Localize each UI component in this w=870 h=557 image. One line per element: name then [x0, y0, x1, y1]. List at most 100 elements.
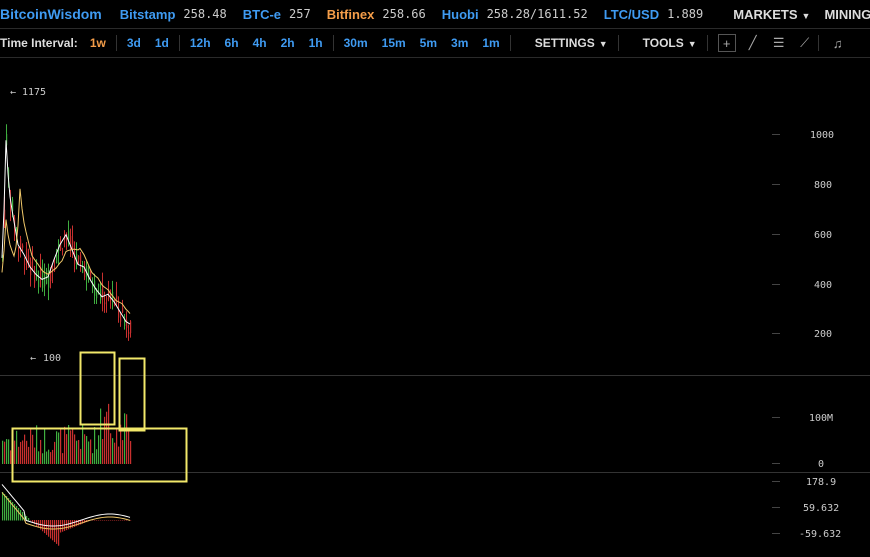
- volume-bar: [30, 428, 32, 464]
- macd-histogram-bar: [124, 520, 126, 521]
- macd-histogram-bar: [118, 520, 120, 521]
- candle-body: [96, 291, 98, 299]
- macd-histogram-bar: [98, 520, 100, 521]
- candle-body: [20, 239, 22, 249]
- macd-series: [2, 492, 132, 546]
- volume-bar: [72, 429, 74, 464]
- macd-histogram-bar: [70, 520, 72, 529]
- volume-bar: [60, 427, 62, 464]
- volume-bar: [122, 440, 124, 464]
- candle-body: [104, 302, 106, 305]
- macd-histogram-bar: [58, 520, 60, 546]
- price-chart[interactable]: 1000 800 600 400 200 100M 0 178.9 59.632…: [0, 0, 870, 557]
- candle-body: [78, 255, 80, 260]
- macd-histogram-bar: [122, 520, 124, 521]
- macd-histogram-bar: [4, 494, 6, 521]
- macd-histogram-bar: [44, 520, 46, 534]
- volume-bar: [44, 427, 46, 464]
- macd-histogram-bar: [2, 492, 4, 521]
- volume-bar: [130, 441, 132, 464]
- volume-bar: [108, 403, 110, 464]
- volume-bar: [78, 439, 80, 464]
- candle-body: [128, 331, 130, 334]
- volume-bar: [22, 440, 24, 464]
- candle-body: [32, 258, 34, 260]
- volume-bar: [58, 432, 60, 464]
- volume-bar: [86, 436, 88, 464]
- volume-bar: [62, 453, 64, 464]
- macd-histogram-bar: [18, 508, 20, 521]
- volume-bar: [94, 426, 96, 464]
- macd-histogram-bar: [110, 520, 112, 521]
- volume-bar: [54, 441, 56, 464]
- macd-histogram-bar: [66, 520, 68, 531]
- highlight-box: [118, 357, 146, 432]
- price-axis-label: 1000: [810, 130, 834, 141]
- macd-histogram-bar: [64, 520, 66, 531]
- candle-body: [92, 284, 94, 289]
- volume-bar: [112, 438, 114, 464]
- candle-body: [122, 307, 124, 313]
- macd-histogram-bar: [106, 520, 108, 521]
- macd-histogram-bar: [116, 520, 118, 521]
- low-annotation: 100: [43, 353, 61, 364]
- volume-bar: [98, 435, 100, 464]
- volume-bar: [118, 446, 120, 464]
- volume-bar: [106, 411, 108, 464]
- volume-bar: [26, 440, 28, 464]
- volume-bar: [8, 439, 10, 464]
- candle-body: [22, 245, 24, 248]
- high-annotation: 1175: [22, 87, 46, 98]
- macd-histogram-bar: [56, 520, 58, 544]
- volume-bar: [20, 441, 22, 464]
- volume-bar: [114, 442, 116, 464]
- volume-bar: [124, 413, 126, 464]
- volume-bar: [100, 408, 102, 464]
- volume-bar: [76, 440, 78, 464]
- macd-histogram-bar: [46, 520, 48, 535]
- volume-bar: [84, 434, 86, 464]
- macd-histogram-bar: [100, 520, 102, 521]
- volume-bar: [38, 451, 40, 464]
- candlestick-series: [2, 124, 132, 341]
- candle-body: [116, 295, 118, 300]
- volume-bar: [42, 453, 44, 464]
- volume-bar: [18, 446, 20, 464]
- volume-bar: [110, 433, 112, 464]
- candle-body: [42, 272, 44, 288]
- volume-bar: [82, 425, 84, 464]
- candle-body: [62, 250, 64, 252]
- macd-histogram-bar: [102, 520, 104, 521]
- macd-histogram-bar: [114, 520, 116, 521]
- candle-body: [44, 273, 46, 287]
- macd-histogram-bar: [120, 520, 122, 521]
- volume-bar: [10, 450, 12, 464]
- macd-axis-label: 178.9: [806, 477, 836, 488]
- volume-bar: [66, 434, 68, 464]
- candle-body: [68, 230, 70, 240]
- macd-histogram-bar: [62, 520, 64, 532]
- low-marker: ←: [30, 353, 36, 364]
- macd-histogram-bar: [68, 520, 70, 530]
- volume-bar: [32, 434, 34, 464]
- candle-body: [72, 240, 74, 249]
- macd-histogram-bar: [28, 518, 30, 521]
- volume-bar: [92, 453, 94, 464]
- volume-bar: [28, 446, 30, 464]
- macd-histogram-bar: [112, 520, 114, 521]
- candle-body: [98, 283, 100, 287]
- volume-bar: [56, 431, 58, 464]
- high-marker: ←: [10, 87, 16, 98]
- volume-bar: [116, 428, 118, 464]
- volume-bar: [50, 452, 52, 464]
- volume-bar: [34, 447, 36, 464]
- macd-histogram-bar: [30, 520, 32, 521]
- macd-histogram-bar: [16, 506, 18, 521]
- candle-body: [120, 317, 122, 322]
- candle-body: [102, 286, 104, 300]
- volume-axis-label: 0: [818, 459, 824, 470]
- macd-histogram-bar: [72, 520, 74, 528]
- candle-body: [48, 276, 50, 288]
- volume-bar: [126, 414, 128, 464]
- macd-axis-label: -59.632: [799, 529, 841, 540]
